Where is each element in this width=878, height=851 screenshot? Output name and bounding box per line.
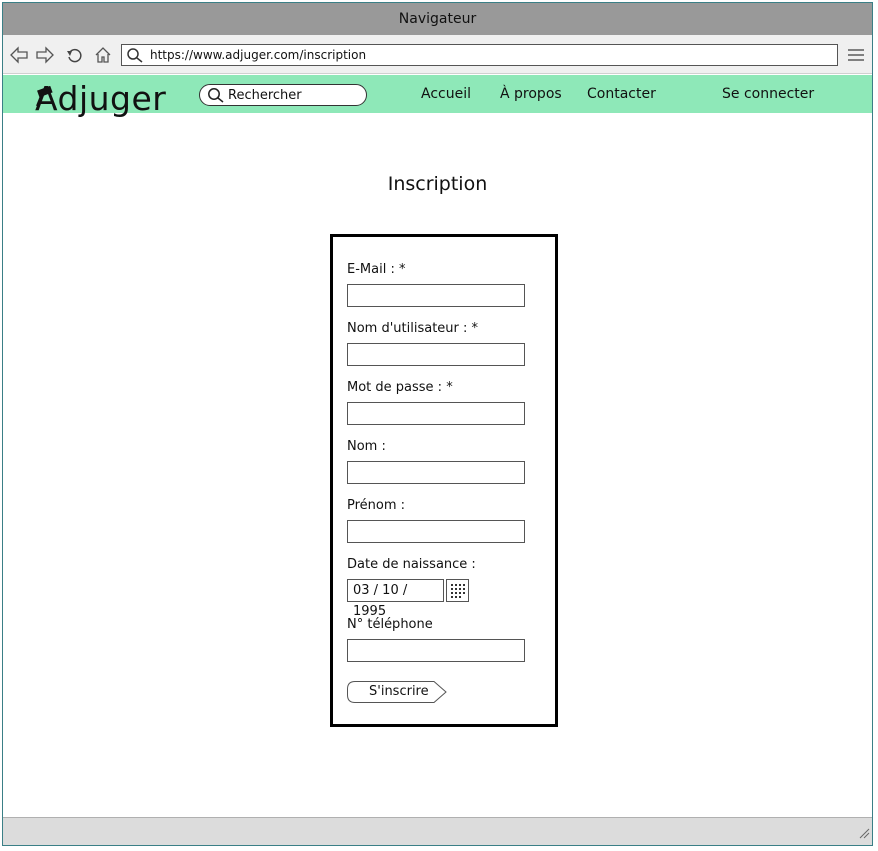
email-label: E-Mail : *	[347, 262, 406, 277]
birthdate-label: Date de naissance :	[347, 557, 476, 572]
back-icon[interactable]	[9, 45, 29, 65]
search-icon	[207, 87, 225, 107]
site-logo[interactable]: Adjuger	[35, 81, 166, 121]
page-title: Inscription	[387, 173, 488, 195]
password-field[interactable]	[347, 402, 525, 425]
site-search-input[interactable]: Rechercher	[199, 84, 367, 106]
window-title: Navigateur	[3, 3, 872, 35]
username-field[interactable]	[347, 343, 525, 366]
calendar-icon[interactable]	[446, 579, 469, 602]
firstname-label: Prénom :	[347, 498, 406, 513]
firstname-field[interactable]	[347, 520, 525, 543]
nav-apropos[interactable]: À propos	[500, 75, 562, 113]
gavel-icon	[33, 79, 57, 115]
nav-login[interactable]: Se connecter	[722, 75, 814, 113]
reload-icon[interactable]	[65, 45, 85, 65]
username-label: Nom d'utilisateur : *	[347, 321, 479, 336]
nav-contacter[interactable]: Contacter	[587, 75, 656, 113]
password-label: Mot de passe : *	[347, 380, 453, 395]
lastname-label: Nom :	[347, 439, 386, 454]
site-search-label: Rechercher	[228, 88, 302, 103]
status-bar	[3, 817, 872, 845]
phone-label: N° téléphone	[347, 617, 433, 632]
registration-form: E-Mail : * Nom d'utilisateur : * Mot de …	[330, 234, 558, 727]
nav-accueil[interactable]: Accueil	[421, 75, 471, 113]
address-bar[interactable]: https://www.adjuger.com/inscription	[121, 44, 838, 66]
submit-button[interactable]: S'inscrire	[347, 681, 447, 703]
birthdate-field[interactable]: 03 / 10 / 1995	[347, 579, 444, 619]
site-header: Adjuger Rechercher Accueil À propos Cont…	[3, 75, 872, 117]
email-field[interactable]	[347, 284, 525, 307]
address-url: https://www.adjuger.com/inscription	[150, 48, 367, 62]
home-icon[interactable]	[93, 45, 113, 65]
search-icon	[126, 47, 144, 67]
lastname-field[interactable]	[347, 461, 525, 484]
submit-label: S'inscrire	[369, 684, 429, 699]
phone-field[interactable]	[347, 639, 525, 662]
forward-icon[interactable]	[35, 45, 55, 65]
resize-grip-icon[interactable]	[858, 824, 870, 843]
menu-icon[interactable]	[848, 47, 864, 61]
browser-toolbar: https://www.adjuger.com/inscription	[3, 35, 872, 74]
browser-window: Navigateur https://www.adjuger.com/inscr…	[2, 2, 873, 846]
